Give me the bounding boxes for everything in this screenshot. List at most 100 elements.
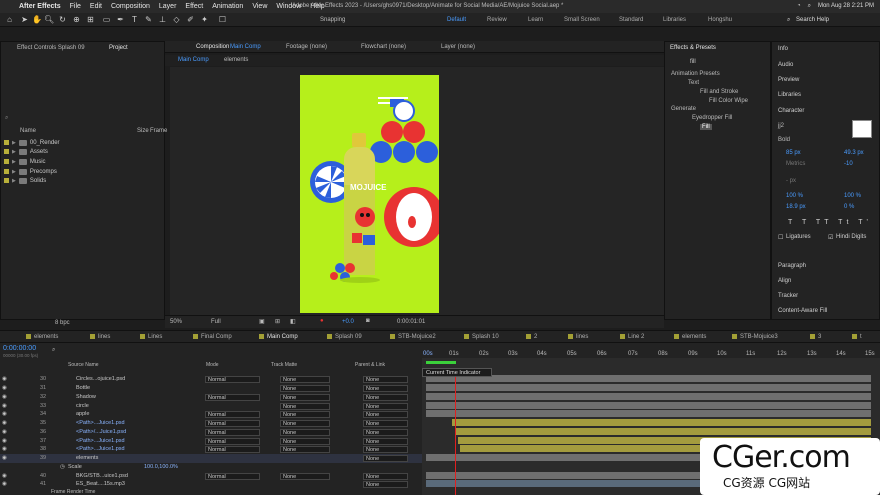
workspace-learn[interactable]: Learn xyxy=(528,17,543,23)
chevron-right-icon[interactable]: ▶ xyxy=(12,149,16,155)
eye-icon[interactable]: ◉ xyxy=(2,446,7,452)
selection-tool-icon[interactable]: ➤ xyxy=(20,15,29,24)
eye-icon[interactable]: ◉ xyxy=(2,411,7,417)
layer-name[interactable]: ES_Beat....15s.mp3 xyxy=(76,481,125,487)
grid-icon[interactable]: ⊞ xyxy=(275,318,280,325)
table-row[interactable]: ◉ 39 elements None xyxy=(0,454,422,463)
rectangle-tool-icon[interactable]: ▭ xyxy=(102,15,111,24)
workspace-standard[interactable]: Standard xyxy=(619,17,643,23)
stroke-width-value[interactable]: - px xyxy=(786,178,796,184)
menu-view[interactable]: View xyxy=(252,3,267,10)
layer-name[interactable]: Shadow xyxy=(76,394,96,400)
col-track-matte[interactable]: Track Matte xyxy=(271,362,297,368)
tree-fill-and-stroke[interactable]: Fill and Stroke xyxy=(700,89,738,95)
col-parent-link[interactable]: Parent & Link xyxy=(355,362,385,368)
col-mode[interactable]: Mode xyxy=(206,362,219,368)
rotate-tool-icon[interactable]: ↻ xyxy=(58,15,67,24)
hand-tool-icon[interactable]: ✋ xyxy=(32,15,42,24)
tab-composition[interactable]: Composition xyxy=(196,44,229,50)
parent-dropdown[interactable]: None xyxy=(363,429,408,436)
exposure-value[interactable]: +0.0 xyxy=(342,319,354,325)
layer-bar[interactable] xyxy=(426,384,871,391)
bpc-label[interactable]: 8 bpc xyxy=(55,320,70,326)
layer-name[interactable]: circle xyxy=(76,403,89,409)
table-row[interactable]: ◉ 32 Shadow Normal None None xyxy=(0,393,422,402)
track-matte-dropdown[interactable]: None xyxy=(280,411,330,418)
tracking-value[interactable]: -10 xyxy=(844,161,853,167)
tab-timeline[interactable]: STB-Mojuice3 xyxy=(732,334,778,340)
eye-icon[interactable]: ◉ xyxy=(2,385,7,391)
ligatures-checkbox[interactable]: ☐ xyxy=(778,234,783,241)
table-row[interactable]: ◉ 31 Bottle None None xyxy=(0,384,422,393)
horizontal-scale-value[interactable]: 100 % xyxy=(844,193,861,199)
layer-name[interactable]: elements xyxy=(76,455,98,461)
tab-timeline[interactable]: elements xyxy=(26,334,58,340)
snapping-checkbox[interactable]: ☐ xyxy=(218,15,227,24)
tab-composition-name[interactable]: Main Comp xyxy=(230,44,261,50)
workspace-small-screen[interactable]: Small Screen xyxy=(564,17,600,23)
chevron-right-icon[interactable]: ▶ xyxy=(12,140,16,146)
current-time-indicator[interactable] xyxy=(455,370,456,495)
tree-generate[interactable]: Generate xyxy=(671,106,696,112)
menu-edit[interactable]: Edit xyxy=(90,3,102,10)
eye-icon[interactable]: ◉ xyxy=(2,473,7,479)
search-help-field[interactable]: Search Help xyxy=(796,17,829,23)
tab-footage[interactable]: Footage (none) xyxy=(286,44,327,50)
camera-snapshot-icon[interactable]: ◙ xyxy=(366,318,370,324)
label-color[interactable] xyxy=(4,169,9,174)
table-row[interactable]: ◉ 34 apple Normal None None xyxy=(0,410,422,419)
table-row[interactable]: ◉ 38 <Path>...Juice1.psd Normal None None xyxy=(0,445,422,454)
menu-composition[interactable]: Composition xyxy=(111,3,150,10)
tab-timeline[interactable]: Final Comp xyxy=(193,334,232,340)
speaker-icon[interactable]: ◉ xyxy=(2,481,7,487)
eye-icon[interactable]: ◉ xyxy=(2,438,7,444)
faux-style-buttons[interactable]: T T TT Tt T' xyxy=(788,219,872,226)
table-row[interactable]: ◷ Scale 100.0,100.0% xyxy=(0,463,422,472)
mask-icon[interactable]: ◧ xyxy=(290,318,296,325)
panel-align[interactable]: Align xyxy=(778,278,791,284)
parent-dropdown[interactable]: None xyxy=(363,446,408,453)
current-time-display[interactable]: 0:00:00:00 xyxy=(3,345,36,352)
panel-libraries[interactable]: Libraries xyxy=(778,92,801,98)
tree-animation-presets[interactable]: Animation Presets xyxy=(671,71,720,77)
tree-text[interactable]: Text xyxy=(688,80,699,86)
breadcrumb-elements[interactable]: elements xyxy=(224,57,248,63)
workspace-review[interactable]: Review xyxy=(487,17,507,23)
panel-paragraph[interactable]: Paragraph xyxy=(778,263,806,269)
parent-dropdown[interactable]: None xyxy=(363,473,408,480)
list-item[interactable]: ▶ Music xyxy=(4,157,46,166)
color-icon[interactable]: ● xyxy=(320,318,324,324)
leading-value[interactable]: 49.3 px xyxy=(844,150,864,156)
layer-name[interactable]: <Path>...Juice1.psd xyxy=(76,420,125,426)
layer-bar[interactable] xyxy=(426,410,871,417)
menu-file[interactable]: File xyxy=(70,3,81,10)
label-color[interactable] xyxy=(4,149,9,154)
track-matte-dropdown[interactable]: None xyxy=(280,429,330,436)
track-matte-dropdown[interactable]: None xyxy=(280,403,330,410)
chevron-right-icon[interactable]: ▶ xyxy=(12,178,16,184)
tab-timeline-active[interactable]: Main Comp xyxy=(259,334,298,340)
pen-tool-icon[interactable]: ✒ xyxy=(116,15,125,24)
layer-name[interactable]: BKG/STB...uice1.psd xyxy=(76,473,128,479)
track-matte-dropdown[interactable]: None xyxy=(280,420,330,427)
timeline-search-icon[interactable]: ⌕ xyxy=(52,347,55,354)
stopwatch-icon[interactable]: ◷ xyxy=(60,464,65,470)
layer-bar[interactable] xyxy=(452,419,871,426)
brush-tool-icon[interactable]: ✎ xyxy=(144,15,153,24)
workspace-hongshu[interactable]: Hongshu xyxy=(708,17,732,23)
tab-timeline[interactable]: 2 xyxy=(526,334,537,340)
search-help-icon[interactable]: ⌕ xyxy=(787,17,790,24)
breadcrumb-main-comp[interactable]: Main Comp xyxy=(178,57,209,63)
parent-dropdown[interactable]: None xyxy=(363,420,408,427)
tab-timeline[interactable]: STB-Mojuice2 xyxy=(390,334,436,340)
roto-tool-icon[interactable]: ✐ xyxy=(186,15,195,24)
layer-name[interactable]: apple xyxy=(76,411,89,417)
parent-dropdown[interactable]: None xyxy=(363,403,408,410)
label-color[interactable] xyxy=(4,178,9,183)
table-row[interactable]: ◉ 35 <Path>...Juice1.psd Normal None None xyxy=(0,419,422,428)
table-row[interactable]: ◉ 41 ES_Beat....15s.mp3 None xyxy=(0,480,422,489)
chevron-right-icon[interactable]: ▶ xyxy=(12,169,16,175)
track-matte-dropdown[interactable]: None xyxy=(280,446,330,453)
zoom-tool-icon[interactable]: 🔍︎ xyxy=(44,15,54,24)
tab-timeline[interactable]: Line 2 xyxy=(620,334,644,340)
